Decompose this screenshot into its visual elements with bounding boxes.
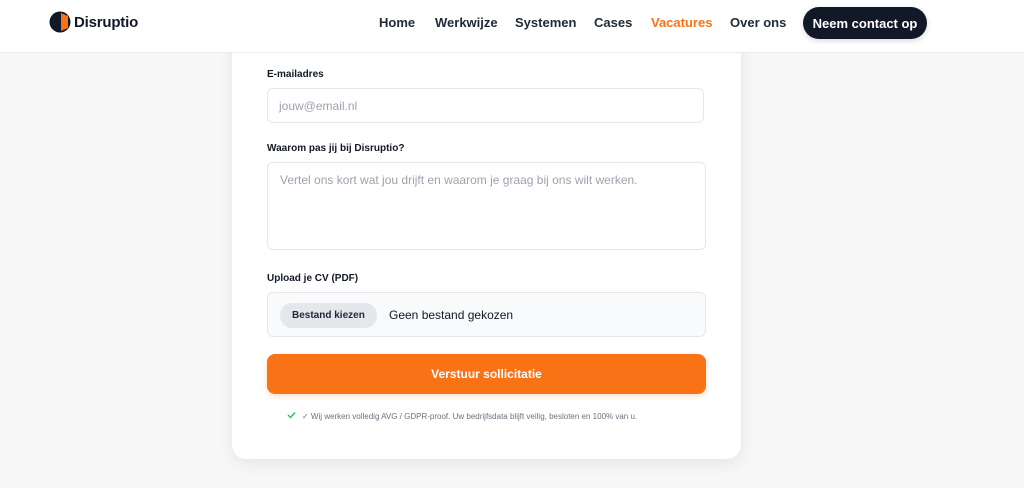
nav-link-over-ons[interactable]: Over ons [730, 15, 786, 30]
top-navbar: Disruptio Home Werkwijze Systemen Cases … [0, 0, 1024, 53]
cv-upload-label: Upload je CV (PDF) [267, 273, 359, 284]
gdpr-notice: ✓ Wij werken volledig AVG / GDPR-proof. … [287, 411, 637, 422]
brand-logo[interactable]: Disruptio [49, 11, 138, 33]
brand-name: Disruptio [74, 13, 139, 31]
nav-link-home[interactable]: Home [379, 15, 415, 30]
email-field[interactable] [267, 88, 704, 123]
motivation-label: Waarom pas jij bij Disruptio? [267, 143, 405, 154]
submit-application-button[interactable]: Verstuur sollicitatie [267, 354, 706, 394]
email-label: E-mailadres [267, 69, 324, 80]
cv-file-input[interactable]: Bestand kiezen Geen bestand gekozen [267, 292, 706, 337]
choose-file-button[interactable]: Bestand kiezen [280, 303, 377, 328]
checkmark-icon [287, 411, 296, 422]
nav-link-werkwijze[interactable]: Werkwijze [435, 15, 498, 30]
nav-link-vacatures[interactable]: Vacatures [651, 15, 712, 30]
file-status-text: Geen bestand gekozen [389, 308, 514, 322]
contact-cta-button[interactable]: Neem contact op [803, 7, 927, 39]
nav-link-systemen[interactable]: Systemen [515, 15, 576, 30]
logo-icon [49, 11, 71, 33]
nav-link-cases[interactable]: Cases [594, 15, 632, 30]
gdpr-text: ✓ Wij werken volledig AVG / GDPR-proof. … [302, 412, 638, 421]
motivation-textarea[interactable] [267, 162, 706, 250]
